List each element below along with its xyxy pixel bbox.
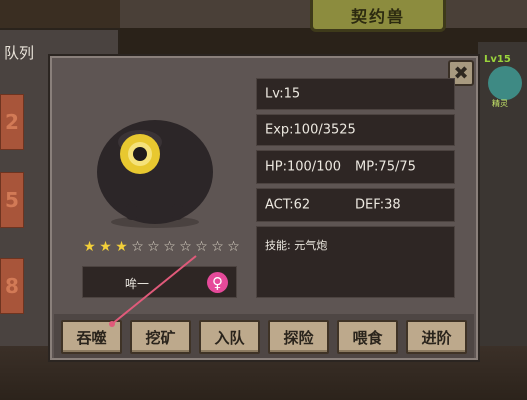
tutorial-pointer-icon [109, 255, 197, 327]
